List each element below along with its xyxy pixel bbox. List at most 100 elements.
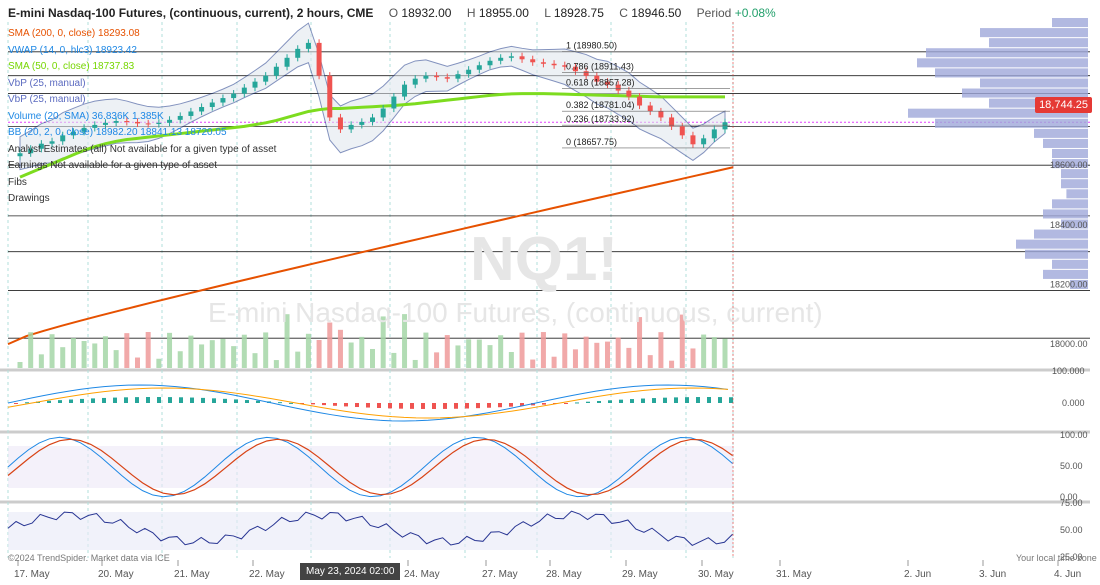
volume-bar	[572, 349, 578, 368]
volume-bar	[263, 332, 269, 368]
candle-body	[156, 122, 162, 125]
legend-item[interactable]: Drawings	[8, 193, 50, 204]
macd-histogram-bar	[707, 397, 711, 403]
macd-histogram-bar	[388, 403, 392, 409]
x-axis-tick-label: 27. May	[482, 569, 518, 580]
macd-histogram-bar	[432, 403, 436, 409]
chart-canvas[interactable]: 1 (18980.50) 0.786 (18911.43) 0.618 (18857…	[0, 0, 1100, 585]
volume-bar	[391, 352, 397, 368]
legend-item[interactable]: Analyst Estimates (all) Not available fo…	[8, 144, 276, 155]
legend-item[interactable]: SMA (50, 0, close) 18737.83	[8, 61, 134, 72]
candle-body	[284, 57, 290, 67]
candle-body	[487, 60, 493, 66]
open-value: 18932.00	[401, 6, 452, 20]
candle-body	[305, 42, 311, 49]
candle-body	[273, 66, 279, 76]
candle-body	[647, 105, 653, 112]
crosshair-time-label: May 23, 2024 02:00	[300, 563, 401, 580]
legend-item[interactable]: VbP (25, manual)	[8, 94, 86, 105]
volume-bar	[562, 333, 568, 368]
rsi-axis-tick-label: 50.00	[1060, 525, 1083, 535]
volume-bar	[370, 348, 375, 368]
candle-body	[199, 107, 205, 112]
candle-body	[466, 69, 472, 75]
volume-bar	[220, 338, 226, 368]
macd-histogram-bar	[487, 403, 491, 408]
candle-body	[327, 75, 333, 118]
legend-item[interactable]: Earnings Not available for a given type …	[8, 160, 217, 171]
macd-histogram-bar	[201, 397, 205, 403]
candle-body	[540, 62, 546, 64]
legend-item[interactable]: SMA (200, 0, close) 18293.08	[8, 28, 140, 39]
volume-profile-bar	[1016, 239, 1088, 249]
legend-item[interactable]: VWAP (14, 0, hlc3) 18923.42	[8, 45, 137, 56]
candle-body	[551, 63, 557, 66]
legend-item[interactable]: VbP (25, manual)	[8, 78, 86, 89]
period-label: Period	[696, 6, 732, 20]
volume-bar	[626, 347, 632, 368]
macd-histogram-bar	[135, 397, 139, 403]
macd-histogram-bar	[69, 399, 73, 403]
macd-histogram-bar	[168, 397, 172, 403]
candle-body	[177, 115, 183, 120]
local-time-note[interactable]: Your local time zone	[1016, 553, 1097, 563]
candle-body	[402, 84, 408, 97]
macd-histogram-bar	[113, 397, 117, 403]
volume-bar	[135, 357, 140, 368]
volume-bar	[359, 336, 365, 368]
volume-profile-bar	[989, 38, 1088, 48]
macd-histogram-bar	[674, 397, 678, 403]
volume-bar	[455, 345, 461, 368]
macd-histogram-bar	[509, 403, 513, 407]
volume-bar	[305, 333, 311, 368]
volume-bar	[209, 340, 215, 368]
volume-bar	[434, 352, 440, 368]
period-value: +0.08%	[734, 6, 776, 20]
volume-bar	[444, 335, 450, 368]
candle-body	[220, 98, 226, 103]
macd-histogram-bar	[542, 403, 546, 405]
stoch-axis-tick-label: 50.00	[1060, 461, 1083, 471]
macd-histogram-bar	[729, 397, 733, 403]
volume-bar	[605, 341, 610, 368]
volume-profile-bar	[980, 78, 1088, 88]
x-axis-tick-label: 31. May	[776, 569, 812, 580]
legend-item[interactable]: Volume (20, SMA) 36.836K 1.385K	[8, 111, 164, 122]
macd-histogram-bar	[366, 403, 370, 408]
volume-profile-bar	[1034, 229, 1088, 239]
volume-profile-bar	[935, 118, 1088, 128]
candle-body	[444, 77, 450, 79]
volume-bar	[519, 332, 525, 368]
macd-histogram-bar	[25, 402, 29, 404]
volume-axis-tick-label: 100.000	[1052, 366, 1085, 376]
volume-bar	[70, 338, 76, 368]
volume-bar	[487, 345, 493, 368]
candle-body	[263, 75, 269, 82]
x-axis-tick-label: 21. May	[174, 569, 210, 580]
macd-histogram-bar	[377, 403, 381, 408]
fib-level-label: 0.786 (18911.43)	[566, 61, 634, 71]
legend-item[interactable]: Fibs	[8, 177, 27, 188]
volume-bar	[38, 354, 44, 368]
candle-body	[679, 126, 685, 136]
macd-histogram-bar	[322, 403, 326, 406]
volume-bar	[113, 350, 119, 368]
low-value: 18928.75	[553, 6, 604, 20]
volume-profile-bar	[1061, 179, 1088, 189]
macd-histogram-bar	[597, 400, 601, 403]
volume-profile-bar	[1034, 128, 1088, 138]
macd-histogram-bar	[608, 400, 612, 403]
macd-histogram-bar	[410, 403, 414, 409]
volume-bar	[476, 339, 482, 368]
macd-axis-tick-label: 0.000	[1062, 398, 1085, 408]
volume-bar	[530, 359, 536, 368]
chart-header: E-mini Nasdaq-100 Futures, (continuous, …	[8, 6, 776, 20]
candle-body	[434, 75, 440, 78]
legend-item[interactable]: BB (20, 2, 0, close) 18982.20 18841.13 1…	[8, 127, 227, 138]
volume-bar	[177, 351, 183, 368]
volume-profile-bar	[926, 48, 1088, 58]
price-axis-tick-label: 18000.00	[1050, 339, 1088, 349]
volume-bar	[615, 337, 621, 368]
candle-body	[391, 96, 397, 109]
fib-level-label: 0.618 (18857.28)	[566, 77, 635, 87]
